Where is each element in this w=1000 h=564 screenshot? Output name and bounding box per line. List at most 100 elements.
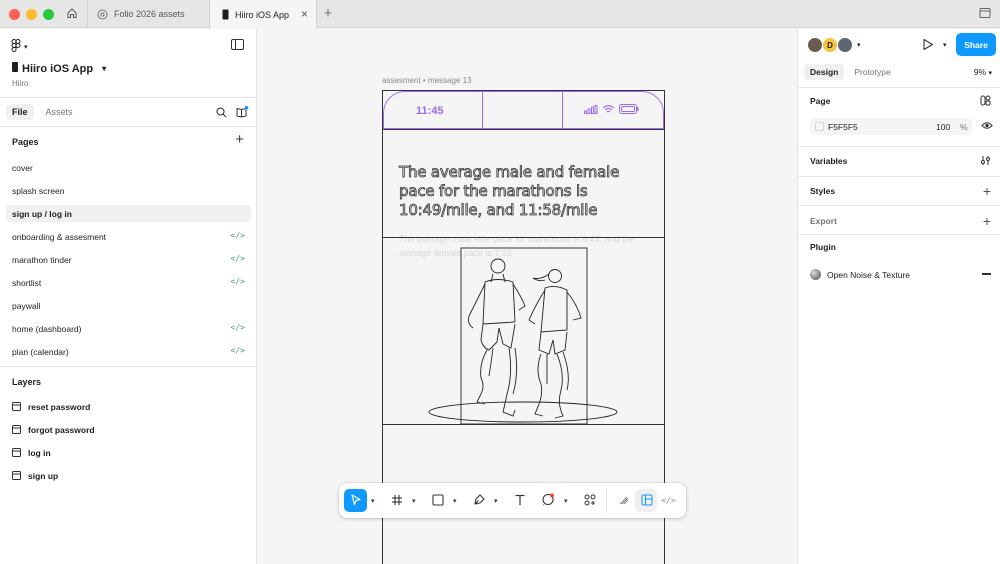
window-layout-icon[interactable]	[979, 7, 991, 21]
page-label: home (dashboard)	[12, 323, 82, 334]
project-team[interactable]: Hiiro	[12, 79, 28, 88]
divider	[0, 126, 257, 127]
comment-tool-button[interactable]	[537, 489, 560, 512]
frame-hash-icon	[391, 494, 403, 508]
project-title[interactable]: Hiiro iOS App ▾	[12, 62, 106, 75]
mobile-device-icon	[222, 9, 229, 20]
left-panel: ▾ Hiiro iOS App ▾ Hiiro File Assets Page…	[0, 29, 257, 564]
window-close-button[interactable]	[9, 9, 20, 20]
page-label: cover	[12, 162, 33, 173]
frame-tool-button[interactable]	[385, 489, 408, 512]
runners-illustration[interactable]	[423, 244, 623, 436]
chevron-down-icon[interactable]: ▾	[494, 497, 498, 505]
draw-mode-button[interactable]	[612, 489, 635, 512]
dev-mode-code-icon: </>	[230, 231, 245, 240]
close-icon[interactable]: ×	[301, 8, 308, 20]
plugin-item[interactable]: Open Noise & Texture	[810, 269, 910, 280]
frame-label[interactable]: assesment • message 13	[382, 76, 472, 85]
layer-item-sign-up[interactable]: sign up	[12, 468, 58, 484]
signal-icon	[584, 104, 598, 116]
home-tab[interactable]	[58, 0, 86, 28]
text-tool-button[interactable]	[508, 489, 531, 512]
add-page-button[interactable]: +	[235, 132, 244, 147]
sidebar-toggle-icon[interactable]	[231, 39, 244, 52]
page-label: paywall	[12, 300, 41, 311]
hex-value[interactable]: F5F5F5	[828, 122, 858, 132]
tab-assets[interactable]: Assets	[40, 104, 79, 120]
page-item-marathon-tinder[interactable]: marathon tinder </>	[6, 251, 251, 268]
shape-tool-button[interactable]	[426, 489, 449, 512]
window-minimize-button[interactable]	[26, 9, 37, 20]
new-tab-button[interactable]: +	[320, 6, 336, 21]
page-item-sign-up-log-in[interactable]: sign up / log in	[6, 205, 251, 222]
tab-prototype[interactable]: Prototype	[848, 64, 896, 80]
comment-bubble-icon	[542, 493, 555, 508]
layers-heading: Layers	[12, 377, 42, 387]
pages-heading: Pages	[12, 137, 39, 147]
page-item-splash-screen[interactable]: splash screen	[6, 182, 251, 199]
divider	[798, 87, 1000, 88]
layer-label: reset password	[28, 402, 91, 412]
avatar[interactable]	[837, 37, 853, 53]
add-export-button[interactable]: +	[983, 214, 991, 228]
chevron-down-icon[interactable]: ▾	[371, 497, 375, 505]
present-play-icon[interactable]	[922, 38, 934, 53]
layer-item-reset-password[interactable]: reset password	[12, 399, 90, 415]
tab-folio-assets[interactable]: Folio 2026 assets	[87, 0, 209, 28]
library-icon[interactable]	[236, 106, 249, 120]
plugin-heading: Plugin	[810, 242, 836, 252]
export-heading: Export	[810, 216, 837, 226]
variables-heading: Variables	[810, 156, 848, 166]
tab-design[interactable]: Design	[804, 64, 845, 80]
remove-plugin-button[interactable]	[982, 273, 991, 275]
avatar[interactable]	[807, 37, 823, 53]
styles-grid-icon[interactable]	[980, 95, 991, 108]
zoom-level[interactable]: 9% ▾	[974, 67, 992, 77]
divider	[482, 92, 483, 129]
sliders-icon[interactable]	[980, 155, 991, 168]
opacity-value[interactable]: 100	[936, 122, 950, 132]
page-label: onboarding & assesment	[12, 231, 107, 242]
eye-icon[interactable]	[981, 121, 993, 132]
move-tool-button[interactable]	[344, 489, 367, 512]
chevron-down-icon[interactable]: ▾	[412, 497, 416, 505]
divider	[562, 92, 563, 129]
chevron-down-icon[interactable]: ▾	[857, 41, 861, 49]
battery-icon	[619, 104, 639, 116]
chevron-down-icon[interactable]: ▾	[453, 497, 457, 505]
page-label: marathon tinder	[12, 254, 72, 265]
dev-mode-code-icon: </>	[230, 346, 245, 355]
chevron-down-icon[interactable]: ▾	[564, 497, 568, 505]
color-swatch[interactable]	[815, 122, 824, 131]
page-item-paywall[interactable]: paywall	[6, 297, 251, 314]
add-style-button[interactable]: +	[983, 184, 991, 198]
tab-hiiro-ios-app[interactable]: Hiiro iOS App ×	[209, 0, 317, 29]
pen-tool-button[interactable]	[467, 489, 490, 512]
avatar[interactable]: D	[822, 37, 838, 53]
divider	[606, 488, 607, 513]
pen-icon	[473, 493, 485, 508]
dev-mode-button[interactable]: </>	[657, 489, 680, 512]
actions-tool-button[interactable]	[578, 489, 601, 512]
main-menu-button[interactable]: ▾	[11, 39, 28, 54]
tab-file[interactable]: File	[6, 104, 34, 120]
tab-label: Hiiro iOS App	[235, 9, 290, 20]
share-button[interactable]: Share	[956, 33, 996, 56]
frame-layer-icon	[12, 424, 21, 436]
window-zoom-button[interactable]	[43, 9, 54, 20]
layer-item-forgot-password[interactable]: forgot password	[12, 422, 95, 438]
home-icon	[66, 7, 78, 21]
layer-item-log-in[interactable]: log in	[12, 445, 51, 461]
design-mode-toggle[interactable]	[635, 489, 658, 512]
dev-mode-code-icon: </>	[230, 254, 245, 263]
page-color-field[interactable]: F5F5F5 100 %	[810, 118, 972, 135]
project-name: Hiiro iOS App	[22, 62, 94, 75]
headline-text[interactable]: The average male and female pace for the…	[399, 163, 654, 220]
page-item-onboarding[interactable]: onboarding & assesment </>	[6, 228, 251, 245]
page-item-shortlist[interactable]: shortlist </>	[6, 274, 251, 291]
page-item-cover[interactable]: cover	[6, 159, 251, 176]
page-item-plan-calendar[interactable]: plan (calendar) </>	[6, 343, 251, 360]
chevron-down-icon[interactable]: ▾	[943, 41, 947, 49]
search-icon[interactable]	[216, 107, 227, 120]
page-item-home-dashboard[interactable]: home (dashboard) </>	[6, 320, 251, 337]
